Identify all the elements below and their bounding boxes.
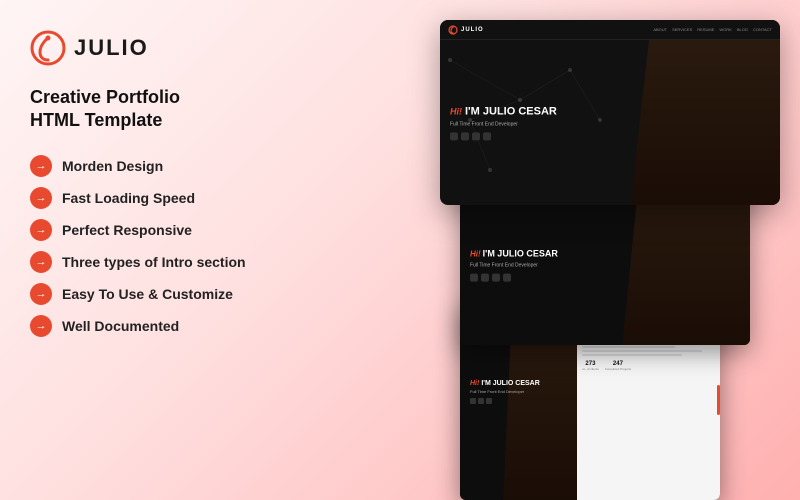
tagline: Creative Portfolio HTML Template [30, 86, 310, 133]
arrow-icon-responsive [30, 219, 52, 241]
julio-logo-icon [30, 30, 66, 66]
feature-item-intro: Three types of Intro section [30, 251, 310, 273]
tagline-line2: HTML Template [30, 109, 310, 132]
nav-link-contact: CONTACT [753, 27, 772, 32]
stat-projects-label: Completed Projects [605, 367, 631, 371]
left-panel: JULIO Creative Portfolio HTML Template M… [30, 30, 310, 337]
mockup-mid-hi: Hi! [470, 250, 481, 259]
mid-social-icon-3 [492, 273, 500, 281]
mockup-mid-subtitle: Full Time Front End Developer [470, 262, 558, 268]
arrow-icon-modern [30, 155, 52, 177]
person-silhouette-bottom [495, 320, 577, 500]
feature-label-modern: Morden Design [62, 158, 163, 174]
mockup-mid-name: I'M JULIO CESAR [483, 249, 558, 260]
feature-label-documented: Well Documented [62, 318, 179, 334]
social-icon-2 [461, 132, 469, 140]
mockup-top: JULIO ABOUT SERVICES RESUME WORK BLOG CO… [440, 20, 780, 205]
mockup-top-name: I'M JULIO CESAR [465, 105, 557, 118]
about-text-6 [582, 354, 682, 356]
mid-social-icon-4 [503, 273, 511, 281]
arrow-icon-intro [30, 251, 52, 273]
mockup-bottom-herotext: Hi! I'M JULIO CESAR Full Time Front End … [470, 380, 540, 404]
mid-social-icon-1 [470, 273, 478, 281]
feature-label-intro: Three types of Intro section [62, 254, 246, 270]
social-icon-1 [450, 132, 458, 140]
bottom-social-3 [486, 398, 492, 404]
arrow-icon-fast [30, 187, 52, 209]
mockup-about-right: ABOUT ME 273 no. of clients 247 Complete… [577, 320, 720, 500]
nav-link-resume: RESUME [697, 27, 714, 32]
person-silhouette-mid [591, 185, 751, 345]
mockup-top-social [450, 132, 557, 140]
bottom-social-2 [478, 398, 484, 404]
mockup-top-herotext: Hi! I'M JULIO CESAR Full Time Front End … [450, 105, 557, 140]
tagline-line1: Creative Portfolio [30, 86, 310, 109]
orange-accent-bar [717, 385, 720, 415]
mockup-bottom-body: Hi! I'M JULIO CESAR Full Time Front End … [460, 320, 720, 500]
feature-label-responsive: Perfect Responsive [62, 222, 192, 238]
mockup-bottom-hi: Hi! [470, 380, 479, 387]
stats-row: 273 no. of clients 247 Completed Project… [582, 361, 715, 371]
mockup-top-navlinks: ABOUT SERVICES RESUME WORK BLOG CONTACT [653, 27, 772, 32]
feature-item-responsive: Perfect Responsive [30, 219, 310, 241]
stat-clients-label: no. of clients [582, 367, 599, 371]
mockup-logo-icon [448, 25, 458, 35]
social-icon-3 [472, 132, 480, 140]
about-text-4 [582, 346, 675, 348]
feature-item-documented: Well Documented [30, 315, 310, 337]
arrow-icon-customize [30, 283, 52, 305]
mockup-top-hi: Hi! [450, 106, 462, 116]
feature-label-fast: Fast Loading Speed [62, 190, 195, 206]
stat-projects: 247 Completed Projects [605, 361, 631, 371]
mockup-mid-social [470, 273, 558, 281]
logo-text: JULIO [74, 35, 149, 61]
mid-social-icon-2 [481, 273, 489, 281]
mockups-area: JULIO ABOUT SERVICES RESUME WORK BLOG CO… [360, 10, 780, 490]
mockup-bottom-subtitle: Full Time Front End Developer [470, 389, 540, 394]
mockup-top-brand: JULIO [461, 27, 484, 33]
social-icon-4 [483, 132, 491, 140]
mockup-about-left: Hi! I'M JULIO CESAR Full Time Front End … [460, 320, 577, 500]
feature-label-customize: Easy To Use & Customize [62, 286, 233, 302]
features-list: Morden Design Fast Loading Speed Perfect… [30, 155, 310, 337]
person-silhouette-top [593, 40, 780, 205]
stat-clients: 273 no. of clients [582, 361, 599, 371]
feature-item-modern-design: Morden Design [30, 155, 310, 177]
arrow-icon-documented [30, 315, 52, 337]
mockup-mid-herotext: Hi! I'M JULIO CESAR Full Time Front End … [470, 249, 558, 282]
bottom-social-1 [470, 398, 476, 404]
nav-link-work: WORK [719, 27, 731, 32]
feature-item-fast-loading: Fast Loading Speed [30, 187, 310, 209]
nav-link-blog: BLOG [737, 27, 748, 32]
mockup-mid-body: Hi! I'M JULIO CESAR Full Time Front End … [460, 185, 750, 345]
feature-item-customize: Easy To Use & Customize [30, 283, 310, 305]
mockup-top-logo: JULIO [448, 25, 484, 35]
nav-link-about: ABOUT [653, 27, 667, 32]
logo-area: JULIO [30, 30, 310, 66]
about-text-5 [582, 350, 702, 352]
mockup-bottom-social [470, 398, 540, 404]
nav-link-services: SERVICES [672, 27, 692, 32]
mockup-top-body: Hi! I'M JULIO CESAR Full Time Front End … [440, 40, 780, 205]
mockup-top-navbar: JULIO ABOUT SERVICES RESUME WORK BLOG CO… [440, 20, 780, 40]
mockup-top-subtitle: Full Time Front End Developer [450, 121, 557, 127]
mockup-bottom-name: I'M JULIO CESAR [481, 380, 539, 387]
